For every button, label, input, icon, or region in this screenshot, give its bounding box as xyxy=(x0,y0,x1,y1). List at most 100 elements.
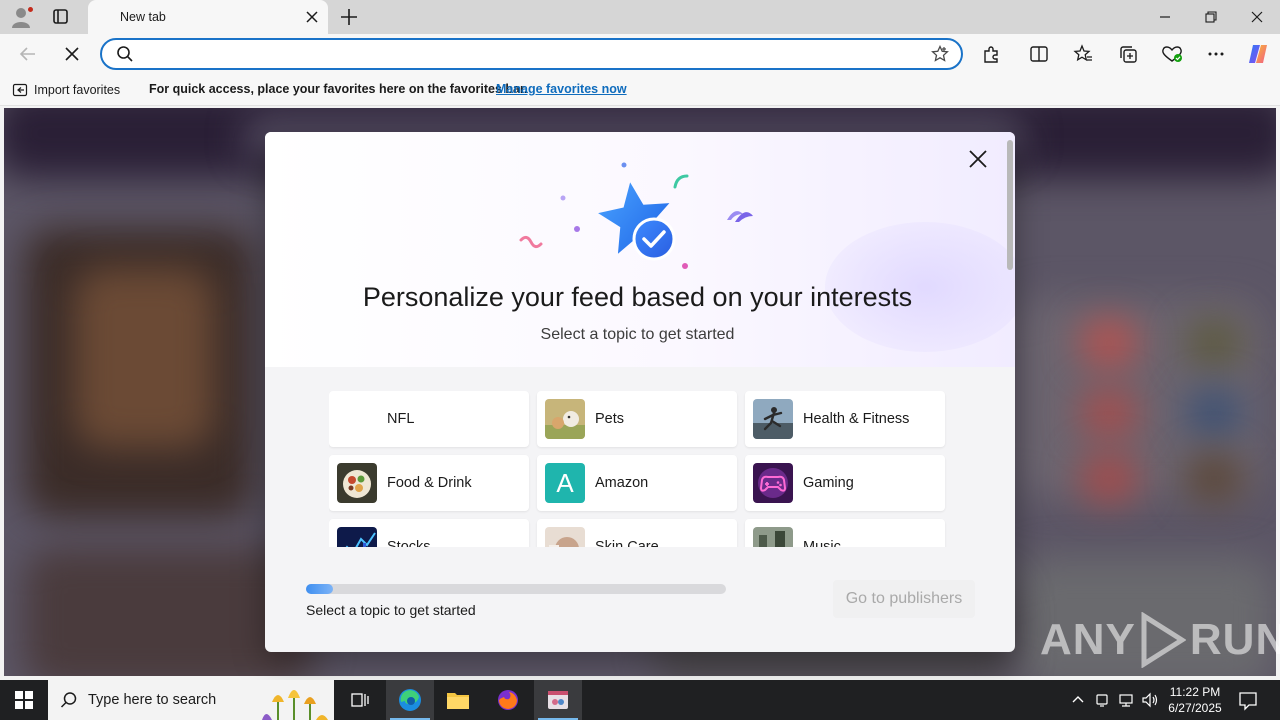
close-window-button[interactable] xyxy=(1234,0,1280,34)
taskbar-edge[interactable] xyxy=(386,680,434,720)
dialog-title: Personalize your feed based on your inte… xyxy=(362,282,913,312)
topic-amazon[interactable]: A Amazon xyxy=(537,455,737,511)
watermark-text-left: ANY xyxy=(1040,615,1136,664)
edge-browser-icon xyxy=(399,689,421,711)
copilot-button[interactable] xyxy=(1244,40,1272,68)
topic-gaming[interactable]: Gaming xyxy=(745,455,945,511)
tray-device-icon[interactable] xyxy=(1092,690,1112,710)
chevron-up-icon xyxy=(1072,696,1084,703)
anyrun-watermark: ANY RUN xyxy=(1040,612,1280,668)
stop-loading-button[interactable] xyxy=(58,40,86,68)
music-image xyxy=(753,527,793,547)
collections-button[interactable] xyxy=(1114,40,1142,68)
manage-favorites-link[interactable]: Manage favorites now xyxy=(496,82,627,96)
go-to-publishers-button[interactable]: Go to publishers xyxy=(833,580,975,618)
address-bar[interactable] xyxy=(100,38,963,70)
tulip-flowers-icon xyxy=(262,690,328,720)
copilot-icon xyxy=(1249,45,1267,63)
extensions-button[interactable] xyxy=(977,40,1005,68)
topic-label: Food & Drink xyxy=(387,475,472,491)
dialog-close-button[interactable] xyxy=(965,146,991,172)
amazon-letter-icon: A xyxy=(545,463,585,503)
notification-icon xyxy=(1239,692,1257,711)
favorites-button[interactable] xyxy=(1069,40,1097,68)
split-screen-icon xyxy=(1030,46,1048,62)
tab-close-icon[interactable] xyxy=(304,9,320,25)
favorites-hint-text: For quick access, place your favorites h… xyxy=(149,82,528,96)
close-icon xyxy=(1251,11,1263,23)
browser-essentials-button[interactable] xyxy=(1158,40,1186,68)
taskbar-search-box[interactable]: Type here to search xyxy=(48,680,334,720)
topic-nfl[interactable]: NFL xyxy=(329,391,529,447)
star-check-illustration-icon xyxy=(519,162,753,269)
clock-date: 6/27/2025 xyxy=(1168,701,1222,715)
profile-alert-badge xyxy=(27,6,34,13)
back-button[interactable] xyxy=(14,40,42,68)
close-icon xyxy=(969,150,987,168)
close-icon xyxy=(65,47,79,61)
new-tab-button[interactable] xyxy=(338,6,360,28)
browser-toolbar xyxy=(0,34,1280,74)
topic-health-fitness[interactable]: Health & Fitness xyxy=(745,391,945,447)
folder-icon xyxy=(447,693,469,709)
dialog-scrollbar[interactable] xyxy=(1007,140,1013,270)
topic-label: NFL xyxy=(387,411,415,427)
taskbar-file-explorer[interactable] xyxy=(434,680,482,720)
topic-label: Pets xyxy=(595,411,625,427)
restore-button[interactable] xyxy=(1188,0,1234,34)
address-input[interactable] xyxy=(142,44,902,64)
notification-center-button[interactable] xyxy=(1236,688,1260,712)
show-hidden-icons-button[interactable] xyxy=(1068,690,1088,710)
favorites-star-icon xyxy=(1073,44,1092,62)
windows-taskbar: Type here to search 11:22 PM 6/27/2025 xyxy=(0,680,1280,720)
topic-label: Stocks xyxy=(387,539,431,547)
puzzle-icon xyxy=(984,46,998,63)
clock-time: 11:22 PM xyxy=(1169,685,1221,699)
start-button[interactable] xyxy=(0,680,48,720)
import-favorites-label: Import favorites xyxy=(34,83,121,97)
topic-stocks[interactable]: Stocks xyxy=(329,519,529,547)
app-window-icon xyxy=(548,691,568,709)
tray-volume-icon[interactable] xyxy=(1140,690,1160,710)
fitness-image xyxy=(753,399,793,439)
tray-network-icon[interactable] xyxy=(1116,690,1136,710)
topic-label: Amazon xyxy=(595,475,649,491)
topic-pets[interactable]: Pets xyxy=(537,391,737,447)
device-icon xyxy=(1096,694,1108,707)
heart-pulse-icon xyxy=(1162,46,1182,62)
taskbar-clock[interactable]: 11:22 PM 6/27/2025 xyxy=(1162,684,1228,716)
selection-progress-bar xyxy=(306,584,726,594)
topic-food-drink[interactable]: Food & Drink xyxy=(329,455,529,511)
tab-new-tab[interactable]: New tab xyxy=(88,0,328,34)
dialog-subtitle: Select a topic to get started xyxy=(540,326,735,343)
browser-title-bar: New tab xyxy=(0,0,1280,34)
food-image xyxy=(337,463,377,503)
import-favorites-button[interactable]: Import favorites xyxy=(12,82,120,98)
topic-music[interactable]: Music xyxy=(745,519,945,547)
search-icon xyxy=(116,45,134,68)
gamepad-icon xyxy=(753,463,793,503)
minimize-button[interactable] xyxy=(1142,0,1188,34)
more-dots-icon xyxy=(1208,52,1224,56)
topic-label: Gaming xyxy=(803,475,854,491)
taskbar-firefox[interactable] xyxy=(484,680,532,720)
watermark-text-right: RUN xyxy=(1189,615,1280,664)
collections-icon xyxy=(1120,46,1137,63)
settings-more-button[interactable] xyxy=(1202,40,1230,68)
restore-icon xyxy=(1205,11,1217,23)
arrow-left-icon xyxy=(19,47,35,61)
minimize-icon xyxy=(1160,16,1170,18)
task-view-button[interactable] xyxy=(336,680,384,720)
favorites-bar: Import favorites For quick access, place… xyxy=(0,74,1280,106)
add-favorite-star-icon[interactable] xyxy=(931,44,949,68)
volume-icon xyxy=(1142,692,1158,708)
taskbar-app-window[interactable] xyxy=(534,680,582,720)
plus-icon xyxy=(341,9,357,25)
tab-actions-button[interactable] xyxy=(46,6,74,28)
topic-skin-care[interactable]: Skin Care xyxy=(537,519,737,547)
split-screen-button[interactable] xyxy=(1025,40,1053,68)
selection-progress-fill xyxy=(306,584,334,594)
profile-button[interactable] xyxy=(8,4,36,30)
taskbar-search-placeholder: Type here to search xyxy=(88,692,217,708)
import-icon xyxy=(12,83,28,97)
